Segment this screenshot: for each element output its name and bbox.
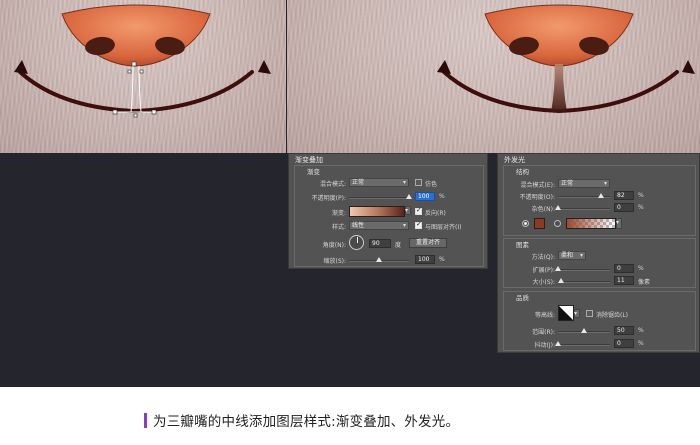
- reverse-label: 反向(R): [425, 210, 446, 217]
- mouth-illustration-after: [437, 4, 695, 114]
- spread-label: 扩展(P):: [532, 267, 555, 274]
- preview-image-before: [0, 0, 286, 153]
- opacity-input[interactable]: 100: [415, 192, 435, 201]
- spread-input[interactable]: 0: [614, 264, 634, 273]
- glow-gradient-picker[interactable]: [566, 218, 616, 229]
- section-title: 结构: [516, 168, 529, 176]
- jitter-unit: %: [638, 340, 644, 347]
- style-label: 样式:: [331, 224, 346, 231]
- solid-color-radio[interactable]: [522, 220, 529, 227]
- dither-checkbox[interactable]: [415, 179, 422, 186]
- blend-mode-label: 混合模式(E):: [520, 182, 556, 189]
- technique-select[interactable]: 柔和: [558, 251, 586, 260]
- size-input[interactable]: 11: [614, 276, 634, 285]
- spread-slider[interactable]: [555, 266, 610, 271]
- slider-thumb[interactable]: [376, 257, 382, 262]
- contour-dropdown[interactable]: [574, 309, 580, 318]
- scale-label: 缩放(S):: [323, 258, 346, 265]
- range-slider[interactable]: [558, 328, 610, 333]
- scale-input[interactable]: 100: [415, 255, 435, 264]
- spread-unit: %: [638, 265, 644, 272]
- panel-title: 渐变叠加: [295, 156, 323, 164]
- opacity-unit: %: [439, 193, 445, 200]
- blend-mode-label: 混合模式:: [319, 181, 346, 188]
- panel-title: 外发光: [504, 156, 525, 164]
- blend-mode-select[interactable]: 正常: [349, 178, 409, 187]
- technique-label: 方法(Q):: [531, 254, 555, 261]
- size-slider[interactable]: [558, 278, 610, 283]
- workspace-canvas: 渐变叠加 渐变 混合模式: 正常 仿色 不透明度(P): 100 % 渐变: 反…: [0, 0, 700, 387]
- opacity-unit: %: [638, 192, 644, 199]
- jitter-label: 抖动(J):: [534, 342, 555, 349]
- noise-unit: %: [638, 204, 644, 211]
- opacity-input[interactable]: 82: [614, 191, 634, 200]
- size-label: 大小(S):: [532, 279, 555, 286]
- noise-slider[interactable]: [555, 205, 610, 210]
- blend-mode-select[interactable]: 正常: [558, 179, 610, 188]
- slider-thumb[interactable]: [555, 341, 561, 346]
- range-label: 范围(R):: [532, 329, 555, 336]
- angle-dial[interactable]: [349, 235, 364, 250]
- contour-curve-icon: [559, 306, 573, 320]
- contour-label: 等高线:: [534, 312, 555, 319]
- caption: 为三瓣嘴的中线添加图层样式:渐变叠加、外发光。: [144, 411, 460, 430]
- dither-label: 仿色: [425, 181, 438, 188]
- style-select[interactable]: 线性: [349, 221, 409, 230]
- caption-accent-bar: [144, 412, 147, 428]
- gradient-label: 渐变:: [331, 210, 346, 217]
- slider-thumb[interactable]: [555, 205, 561, 210]
- scale-slider[interactable]: [349, 257, 409, 262]
- reset-alignment-button[interactable]: 重置对齐: [409, 238, 447, 248]
- slider-thumb[interactable]: [597, 193, 604, 198]
- slider-thumb[interactable]: [558, 278, 565, 283]
- section-title: 图素: [516, 241, 529, 249]
- caption-text: 为三瓣嘴的中线添加图层样式:渐变叠加、外发光。: [153, 414, 460, 430]
- opacity-label: 不透明度(P):: [311, 195, 346, 202]
- gradient-overlay-panel: 渐变叠加 渐变 混合模式: 正常 仿色 不透明度(P): 100 % 渐变: 反…: [288, 153, 488, 269]
- glow-color-swatch[interactable]: [534, 218, 545, 229]
- scale-unit: %: [439, 256, 445, 263]
- mouth-illustration-before: [14, 4, 271, 118]
- noise-label: 杂色(N):: [531, 206, 555, 213]
- antialias-checkbox[interactable]: [586, 310, 593, 317]
- jitter-input[interactable]: 0: [614, 339, 634, 348]
- outer-glow-panel: 外发光 结构 混合模式(E): 正常 不透明度(O): 82 % 杂色(N): …: [497, 153, 700, 353]
- reverse-checkbox[interactable]: [415, 206, 422, 215]
- gradient-dropdown[interactable]: [405, 206, 411, 215]
- opacity-label: 不透明度(O):: [519, 194, 555, 201]
- opacity-slider[interactable]: [558, 193, 610, 198]
- gradient-radio[interactable]: [554, 220, 561, 227]
- range-input[interactable]: 50: [614, 326, 634, 335]
- size-unit: 像素: [638, 279, 651, 286]
- slider-thumb[interactable]: [581, 328, 587, 333]
- align-with-layer-checkbox[interactable]: [415, 220, 422, 229]
- slider-thumb[interactable]: [555, 266, 561, 271]
- gradient-picker[interactable]: [349, 206, 405, 217]
- noise-input[interactable]: 0: [614, 203, 634, 212]
- angle-unit: 度: [395, 242, 402, 249]
- preview-image-after: [287, 0, 700, 153]
- glow-gradient-dropdown[interactable]: [616, 218, 622, 229]
- slider-thumb[interactable]: [406, 194, 412, 199]
- jitter-slider[interactable]: [555, 341, 610, 346]
- section-title: 品质: [516, 294, 529, 302]
- range-unit: %: [638, 327, 644, 334]
- opacity-slider[interactable]: [349, 194, 412, 199]
- align-with-layer-label: 与图层对齐(I): [425, 224, 462, 231]
- angle-label: 角度(N):: [322, 242, 346, 249]
- angle-input[interactable]: 90: [369, 239, 391, 248]
- antialias-label: 消除锯齿(L): [596, 312, 629, 319]
- section-title: 渐变: [307, 168, 320, 176]
- contour-picker[interactable]: [558, 305, 574, 321]
